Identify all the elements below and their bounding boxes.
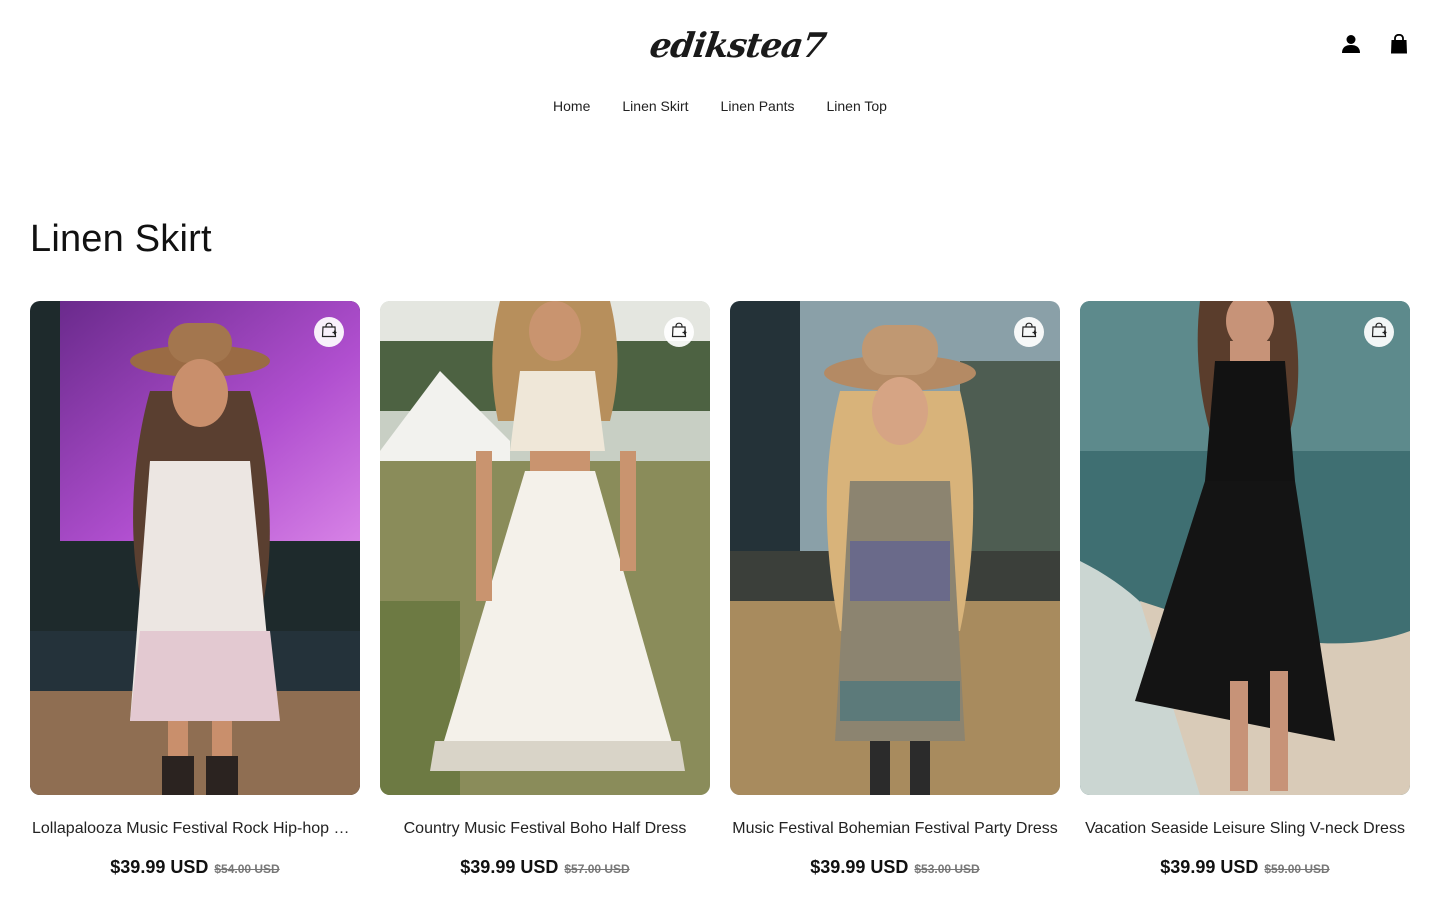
product-image[interactable] <box>1080 301 1410 795</box>
shopping-bag-plus-icon <box>671 322 687 343</box>
store-logo[interactable]: edikstea7 <box>647 24 828 68</box>
nav-item-linen-pants[interactable]: Linen Pants <box>721 96 795 116</box>
product-image[interactable] <box>730 301 1060 795</box>
shopping-bag-plus-icon <box>1021 322 1037 343</box>
quick-add-button[interactable] <box>314 317 344 347</box>
product-card[interactable]: Lollapalooza Music Festival Rock Hip-hop… <box>30 301 360 878</box>
sale-price: $39.99 USD <box>810 857 909 877</box>
product-title[interactable]: Vacation Seaside Leisure Sling V-neck Dr… <box>1080 819 1410 839</box>
nav-item-linen-skirt[interactable]: Linen Skirt <box>622 96 688 116</box>
quick-add-button[interactable] <box>1364 317 1394 347</box>
nav-item-home[interactable]: Home <box>553 96 590 116</box>
product-card[interactable]: Vacation Seaside Leisure Sling V-neck Dr… <box>1080 301 1410 878</box>
quick-add-button[interactable] <box>1014 317 1044 347</box>
compare-at-price: $54.00 USD <box>214 862 280 876</box>
nav-item-linen-top[interactable]: Linen Top <box>827 96 887 116</box>
sale-price: $39.99 USD <box>1160 857 1259 877</box>
price-row: $39.99 USD $54.00 USD <box>30 857 360 878</box>
compare-at-price: $53.00 USD <box>914 862 980 876</box>
product-title[interactable]: Lollapalooza Music Festival Rock Hip-hop… <box>30 819 360 839</box>
quick-add-button[interactable] <box>664 317 694 347</box>
product-title[interactable]: Country Music Festival Boho Half Dress <box>380 819 710 839</box>
header-icons <box>1340 32 1410 56</box>
product-card[interactable]: Music Festival Bohemian Festival Party D… <box>730 301 1060 878</box>
price-row: $39.99 USD $59.00 USD <box>1080 857 1410 878</box>
shopping-bag-plus-icon <box>1371 322 1387 343</box>
sale-price: $39.99 USD <box>110 857 209 877</box>
product-image[interactable] <box>30 301 360 795</box>
product-image[interactable] <box>380 301 710 795</box>
product-title[interactable]: Music Festival Bohemian Festival Party D… <box>730 819 1060 839</box>
compare-at-price: $59.00 USD <box>1264 862 1330 876</box>
price-row: $39.99 USD $57.00 USD <box>380 857 710 878</box>
shopping-bag-plus-icon <box>321 322 337 343</box>
sale-price: $39.99 USD <box>460 857 559 877</box>
compare-at-price: $57.00 USD <box>564 862 630 876</box>
collection-title: Linen Skirt <box>30 218 212 260</box>
product-card[interactable]: Country Music Festival Boho Half Dress $… <box>380 301 710 878</box>
price-row: $39.99 USD $53.00 USD <box>730 857 1060 878</box>
account-icon[interactable] <box>1340 32 1362 56</box>
cart-icon[interactable] <box>1388 32 1410 56</box>
product-grid: Lollapalooza Music Festival Rock Hip-hop… <box>30 301 1410 878</box>
main-nav: Home Linen Skirt Linen Pants Linen Top <box>0 96 1440 116</box>
site-header: edikstea7 Home Linen Skirt Linen Pants L… <box>0 0 1440 140</box>
